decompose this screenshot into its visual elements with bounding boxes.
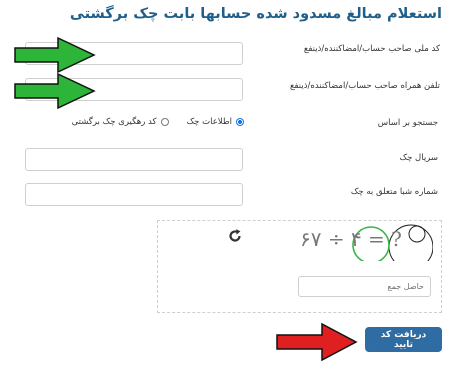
captcha-image: ۶۷ ÷ ۴ = ? (293, 221, 433, 261)
national-code-label: کد ملی صاحب حساب/امضاکننده/ذینفع (303, 44, 440, 54)
sheba-label: شماره شبا متعلق به چک (350, 187, 438, 197)
radio-cheque-info-label: اطلاعات چک (186, 117, 232, 127)
radio-tracking-code-label: کد رهگیری چک برگشتی (71, 117, 157, 127)
sheba-input[interactable] (25, 183, 243, 206)
radio-cheque-info[interactable] (236, 118, 244, 126)
captcha-panel: ۶۷ ÷ ۴ = ? (157, 220, 442, 313)
green-arrow-icon (14, 36, 96, 74)
cheque-serial-input[interactable] (25, 148, 243, 171)
mobile-label: تلفن همراه صاحب حساب/امضاکننده/ذینفع (289, 81, 440, 91)
captcha-answer-input[interactable] (298, 276, 431, 297)
cheque-serial-label: سریال چک (399, 153, 438, 163)
search-basis-radio-group: اطلاعات چک کد رهگیری چک برگشتی (72, 117, 244, 127)
refresh-icon[interactable] (227, 228, 243, 244)
green-arrow-icon (14, 72, 96, 110)
get-verification-code-button[interactable]: دریافت کد تایید (365, 327, 442, 352)
radio-tracking-code[interactable] (160, 118, 169, 126)
red-arrow-icon (276, 322, 358, 362)
captcha-text: ۶۷ ÷ ۴ = ? (300, 227, 402, 251)
search-basis-label: جستجو بر اساس (377, 118, 438, 128)
page-title: استعلام مبالغ مسدود شده حسابها بابت چک ب… (69, 6, 442, 22)
